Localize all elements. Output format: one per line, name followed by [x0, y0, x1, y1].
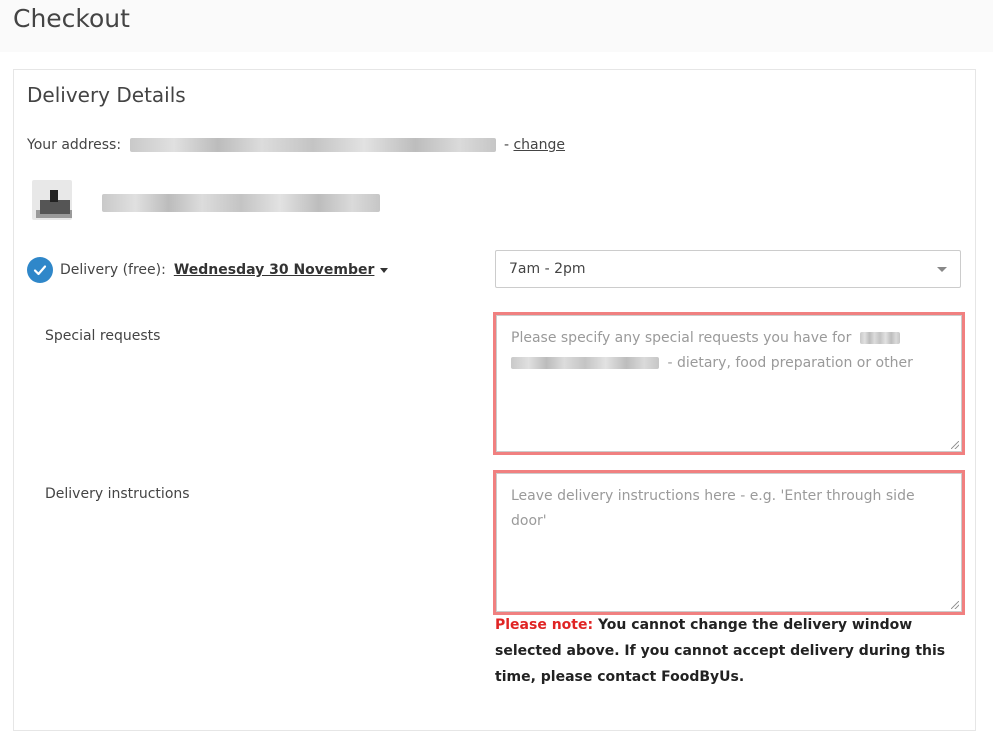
address-redacted	[129, 138, 496, 152]
address-label: Your address:	[27, 137, 122, 153]
address-separator: -	[503, 137, 510, 153]
vendor-name-redacted-inline	[859, 332, 900, 344]
delivery-window-note: Please note: You cannot change the deliv…	[495, 612, 965, 690]
change-address-link[interactable]: change	[513, 137, 565, 153]
resize-handle-icon[interactable]	[951, 601, 959, 609]
special-requests-textarea[interactable]: Please specify any special requests you …	[496, 315, 962, 452]
delivery-details-card: Delivery Details Your address: - change …	[13, 69, 976, 731]
delivery-label: Delivery (free):	[60, 262, 166, 278]
check-circle-icon	[27, 257, 53, 283]
note-label: Please note:	[495, 617, 594, 633]
resize-handle-icon[interactable]	[951, 441, 959, 449]
chevron-down-icon	[937, 267, 947, 272]
vendor-name-redacted	[102, 194, 380, 212]
special-requests-placeholder-start: Please specify any special requests you …	[511, 330, 852, 346]
page-title: Checkout	[13, 4, 130, 33]
address-row: Your address: - change	[27, 137, 565, 153]
special-requests-highlight: Please specify any special requests you …	[493, 312, 965, 455]
delivery-date-dropdown[interactable]: Wednesday 30 November	[174, 262, 389, 278]
time-window-value: 7am - 2pm	[509, 261, 586, 277]
caret-down-icon	[380, 267, 389, 273]
page-header: Checkout	[0, 0, 993, 52]
delivery-instructions-highlight: Leave delivery instructions here - e.g. …	[493, 470, 965, 615]
delivery-instructions-label: Delivery instructions	[45, 486, 190, 502]
delivery-date-text: Wednesday 30 November	[173, 262, 375, 278]
time-window-select[interactable]: 7am - 2pm	[495, 250, 961, 288]
delivery-instructions-placeholder: Leave delivery instructions here - e.g. …	[511, 488, 915, 529]
special-requests-placeholder-end: - dietary, food preparation or other	[667, 355, 913, 371]
vendor-logo	[32, 180, 72, 220]
special-requests-label: Special requests	[45, 328, 161, 344]
vendor-name-redacted-inline-2	[511, 357, 659, 369]
delivery-option-row: Delivery (free): Wednesday 30 November	[27, 257, 389, 283]
section-heading: Delivery Details	[27, 83, 186, 107]
delivery-instructions-textarea[interactable]: Leave delivery instructions here - e.g. …	[496, 473, 962, 612]
